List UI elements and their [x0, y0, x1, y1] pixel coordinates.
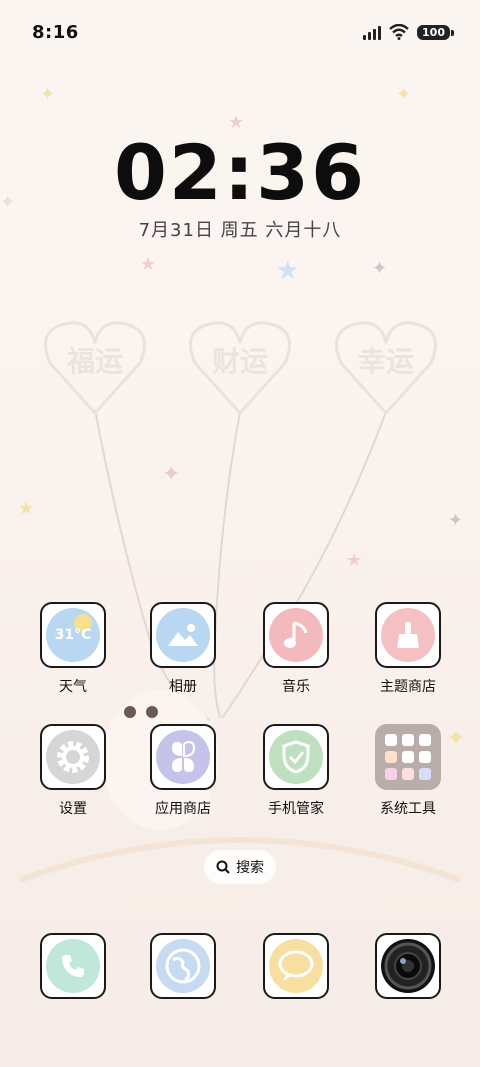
app-settings[interactable]: 设置 [17, 724, 129, 818]
folder-grid-icon [385, 734, 431, 780]
balloon-text: 福运 [66, 345, 123, 378]
app-weather[interactable]: 31°C 天气 [17, 602, 129, 696]
balloon-caiyun: 财运 [185, 318, 295, 418]
phone-app-tile[interactable] [40, 933, 106, 999]
search-button[interactable]: 搜索 [204, 850, 276, 884]
messages-icon [269, 939, 323, 993]
date-text: 7月31日 周五 六月十八 [138, 220, 342, 241]
clock-widget[interactable]: 02:36 [0, 128, 480, 217]
appstore-app-tile[interactable] [150, 724, 216, 790]
security-app-tile[interactable] [263, 724, 329, 790]
app-system-tools[interactable]: 系统工具 [352, 724, 464, 818]
clover-icon [156, 730, 210, 784]
star-icon: ✦ [396, 84, 412, 105]
star-icon: ✦ [448, 510, 464, 531]
weather-app-tile[interactable]: 31°C [40, 602, 106, 668]
messages-app-tile[interactable] [263, 933, 329, 999]
star-icon: ★ [18, 498, 35, 519]
app-label: 应用商店 [155, 801, 211, 817]
star-icon: ✦ [162, 462, 181, 487]
app-label: 手机管家 [268, 801, 324, 817]
app-label: 主题商店 [380, 679, 436, 695]
music-app-tile[interactable] [263, 602, 329, 668]
app-security[interactable]: 手机管家 [240, 724, 352, 818]
weather-icon: 31°C [46, 608, 100, 662]
star-icon: ★ [140, 254, 157, 275]
app-label: 音乐 [282, 679, 310, 695]
search-icon [216, 860, 230, 874]
camera-icon [381, 939, 435, 993]
dock-messages[interactable] [240, 933, 352, 999]
app-theme-store[interactable]: 主题商店 [352, 602, 464, 696]
music-note-icon [269, 608, 323, 662]
browser-icon [156, 939, 210, 993]
balloon-xingyun: 幸运 [331, 318, 441, 418]
star-icon: ✦ [372, 258, 388, 279]
app-label: 天气 [59, 679, 87, 695]
star-icon: ✦ [40, 84, 56, 105]
balloon-text: 财运 [211, 345, 268, 378]
camera-app-tile[interactable] [375, 933, 441, 999]
search-label: 搜索 [236, 860, 264, 876]
star-icon: ★ [276, 256, 300, 286]
shield-icon [269, 730, 323, 784]
star-icon: ★ [346, 550, 363, 571]
app-music[interactable]: 音乐 [240, 602, 352, 696]
app-label: 相册 [169, 679, 197, 695]
paintbrush-icon [381, 608, 435, 662]
weather-temp: 31°C [54, 627, 92, 643]
theme-app-tile[interactable] [375, 602, 441, 668]
balloon-text: 幸运 [357, 345, 414, 378]
settings-app-tile[interactable] [40, 724, 106, 790]
app-appstore[interactable]: 应用商店 [127, 724, 239, 818]
app-gallery[interactable]: 相册 [127, 602, 239, 696]
gallery-app-tile[interactable] [150, 602, 216, 668]
dock-camera[interactable] [352, 933, 464, 999]
app-label: 设置 [59, 801, 87, 817]
balloon-fuyun: 福运 [40, 318, 150, 418]
browser-app-tile[interactable] [150, 933, 216, 999]
system-tools-folder[interactable] [375, 724, 441, 790]
dock-phone[interactable] [17, 933, 129, 999]
gear-icon [46, 730, 100, 784]
app-label: 系统工具 [380, 801, 436, 817]
dock-browser[interactable] [127, 933, 239, 999]
phone-icon [46, 939, 100, 993]
gallery-icon [156, 608, 210, 662]
